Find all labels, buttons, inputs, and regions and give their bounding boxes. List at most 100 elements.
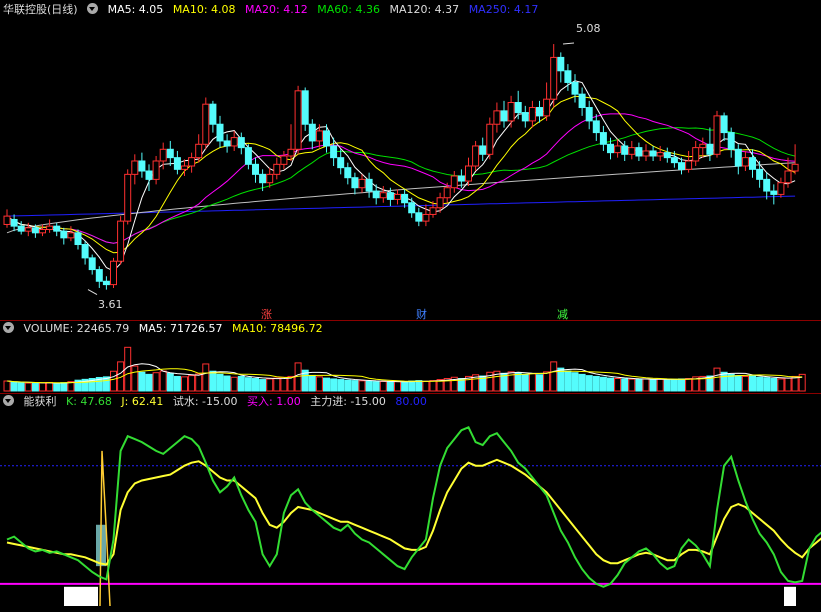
volume-bar (649, 379, 657, 392)
candle-body (252, 163, 259, 175)
candle-body (635, 147, 643, 157)
candle-body (592, 120, 600, 134)
candle-body (315, 130, 323, 142)
panel-menu-icon[interactable] (3, 322, 14, 333)
mairu-label: 买入: 1.00 (247, 395, 301, 408)
volume-bar (17, 382, 25, 392)
volume-bar (138, 371, 146, 392)
candle-body (145, 170, 153, 180)
candle-body (564, 70, 572, 83)
volume-bar (713, 367, 721, 392)
panel-menu-icon[interactable] (3, 395, 14, 406)
volume-chart[interactable] (0, 337, 821, 393)
candle-body (450, 175, 458, 189)
candle-body (614, 145, 622, 154)
candle-body (110, 260, 117, 286)
volume-bar (571, 372, 579, 392)
candle-body (777, 182, 785, 195)
volume-bar (429, 380, 437, 392)
panel-menu-icon[interactable] (87, 3, 99, 14)
volume-bar (166, 372, 174, 392)
candle-body (3, 215, 11, 225)
volume-bar (763, 377, 771, 392)
candle-body (479, 145, 487, 155)
volume-bar (10, 381, 18, 392)
volume-bar (678, 378, 685, 392)
volume-bar (259, 379, 267, 392)
candle-body (74, 232, 82, 246)
volume-bar (720, 371, 728, 392)
candle-body (237, 137, 245, 149)
volume-bar (656, 378, 664, 392)
candle-body (763, 178, 771, 192)
volume-bar (415, 380, 423, 392)
indicator-chart[interactable] (0, 410, 821, 610)
volume-bar (31, 383, 39, 392)
signal-block (784, 586, 796, 606)
k-line (6, 426, 821, 588)
candle-body (344, 167, 352, 179)
candle-body (486, 123, 494, 155)
candle-body (95, 269, 103, 282)
level-label: 80.00 (395, 395, 427, 408)
volume-bar (216, 373, 224, 392)
volume-bar (621, 378, 629, 392)
volume-bar (521, 373, 529, 392)
k-label: K: 47.68 (66, 395, 112, 408)
candle-body (741, 157, 749, 167)
low-price-label: 3.61 (98, 298, 123, 311)
candle-body (628, 147, 636, 155)
volume-bar (734, 375, 742, 392)
candle-body (770, 190, 778, 195)
volume-bar (514, 372, 522, 392)
candle-body (607, 143, 614, 154)
volume-bar (230, 376, 238, 392)
candle-body (656, 152, 664, 157)
candle-body (216, 123, 224, 142)
volume-bar (528, 373, 536, 392)
volume-bar (330, 378, 338, 392)
ma10-label: MA10: 4.08 (172, 3, 236, 16)
volume-bar (394, 381, 401, 392)
price-chart[interactable] (0, 18, 821, 318)
candle-body (10, 218, 18, 227)
candle-body (663, 152, 671, 159)
candle-body (308, 123, 316, 142)
candle-body (202, 103, 210, 145)
volume-label: VOLUME: 22465.79 (23, 322, 130, 335)
high-pointer (562, 42, 575, 45)
candle-body (117, 220, 125, 262)
candle-body (358, 178, 366, 189)
candle-body (599, 132, 607, 145)
volume-bar (323, 377, 330, 392)
volume-bar (756, 376, 764, 392)
volume-bar (422, 380, 430, 392)
volume-bar (223, 375, 231, 392)
candle-body (720, 115, 728, 134)
candle-body (422, 213, 430, 222)
volume-bar (131, 365, 139, 392)
candle-body (507, 102, 515, 122)
candle-body (24, 227, 32, 232)
candle-body (415, 212, 423, 222)
j-label: J: 62.41 (121, 395, 164, 408)
volume-bar (358, 380, 366, 392)
volume-bar (266, 378, 274, 392)
candle-body (53, 225, 61, 232)
stock-name[interactable]: 华联控股(日线) (3, 3, 78, 16)
shishui-label: 试水: -15.00 (172, 395, 238, 408)
volume-bar (344, 379, 352, 392)
volume-bar (60, 382, 68, 392)
volume-bar (209, 370, 217, 392)
volume-bar (252, 378, 259, 392)
volume-bar (635, 378, 643, 392)
volume-panel-header: VOLUME: 22465.79 MA5: 71726.57 MA10: 784… (3, 321, 329, 337)
volume-bar (181, 376, 188, 392)
candle-body (465, 165, 472, 182)
indicator-name: 能获利 (23, 395, 57, 408)
candle-body (706, 143, 714, 155)
candle-body (159, 148, 167, 162)
candle-body (365, 178, 373, 192)
candle-body (429, 207, 437, 215)
signal-block (64, 586, 98, 606)
